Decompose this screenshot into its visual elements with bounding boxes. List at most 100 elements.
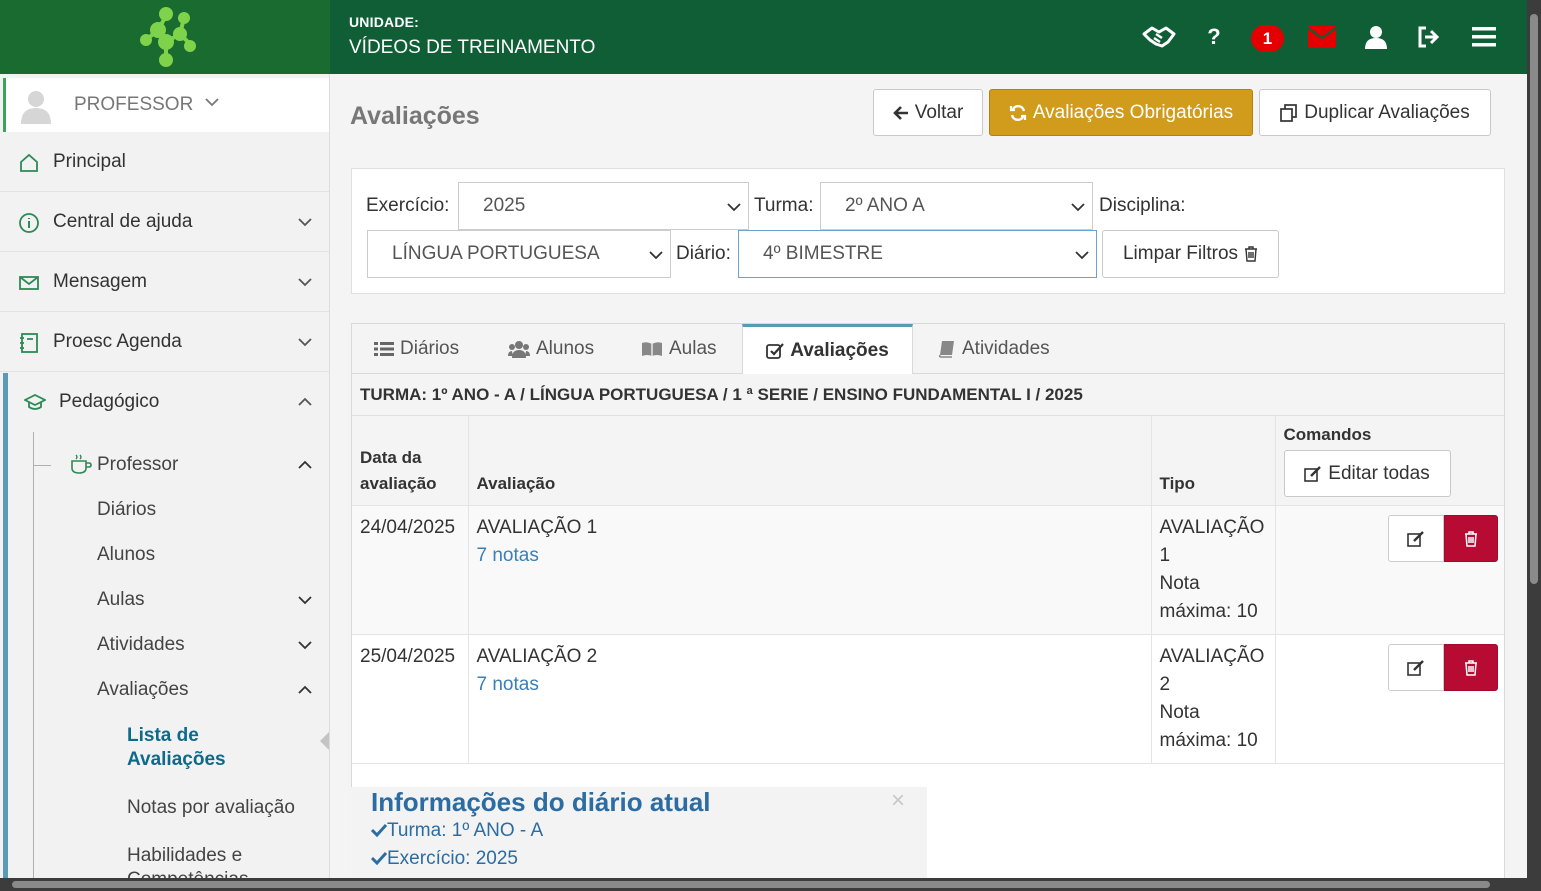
max-grade-line: máxima: 10 — [1159, 730, 1258, 751]
table-row: 24/04/2025 AVALIAÇÃO 1 7 notas AVALIAÇÃO… — [352, 505, 1504, 635]
turma-select[interactable]: 2º ANO A — [820, 182, 1093, 230]
sidebar-item-lista-de-avaliacoes[interactable]: Lista de Avaliações — [127, 724, 277, 772]
info-turma-line: Turma: 1º ANO - A — [370, 820, 543, 842]
col-header-comandos: Comandos Editar todas — [1275, 416, 1504, 506]
sidebar-item-habilidades[interactable]: Habilidades e Competências — [127, 844, 297, 878]
clear-filters-button[interactable]: Limpar Filtros — [1102, 230, 1279, 278]
table-header-row: Data da avaliação Avaliação Tipo Comando… — [352, 416, 1504, 506]
users-icon — [508, 341, 530, 358]
vertical-scrollbar[interactable] — [1527, 0, 1541, 878]
tab-label: Alunos — [536, 338, 595, 359]
chevron-down-icon — [298, 338, 312, 347]
delete-button[interactable] — [1444, 644, 1498, 691]
diario-select[interactable]: 4º BIMESTRE — [738, 230, 1097, 278]
disciplina-select[interactable]: LÍNGUA PORTUGUESA — [367, 230, 671, 278]
copy-icon — [1280, 103, 1298, 122]
chevron-down-icon — [1075, 251, 1089, 260]
diary-info-box: Informações do diário atual × Turma: 1º … — [351, 787, 927, 878]
chevron-down-icon — [298, 596, 312, 605]
sidebar-item-avaliacoes[interactable]: Avaliações — [97, 679, 189, 701]
edit-button[interactable] — [1388, 644, 1444, 691]
menu-icon[interactable] — [1467, 20, 1501, 54]
user-icon[interactable] — [1359, 20, 1393, 54]
mandatory-evaluations-button[interactable]: Avaliações Obrigatórias — [989, 89, 1253, 136]
handshake-icon[interactable] — [1142, 20, 1176, 54]
tipo-line: 1 — [1159, 545, 1171, 566]
sidebar-item-label: Proesc Agenda — [53, 330, 182, 352]
sidebar-item-central-de-ajuda[interactable]: Central de ajuda — [0, 192, 329, 252]
duplicate-evaluations-button[interactable]: Duplicar Avaliações — [1259, 89, 1491, 136]
sidebar-item-pedagogico[interactable]: Pedagógico — [0, 372, 329, 432]
exercicio-label: Exercício: — [366, 195, 450, 216]
sidebar-item-alunos[interactable]: Alunos — [97, 544, 155, 566]
col-header-avaliacao: Avaliação — [468, 416, 1152, 506]
tipo-line: 2 — [1159, 674, 1171, 695]
scrollbar-thumb[interactable] — [1530, 14, 1538, 584]
sidebar-item-aulas[interactable]: Aulas — [97, 589, 145, 611]
close-icon[interactable]: × — [891, 787, 905, 815]
sidebar-item-diarios[interactable]: Diários — [97, 499, 156, 521]
exercicio-value: 2025 — [483, 195, 526, 216]
notification-badge[interactable]: 1 — [1251, 25, 1284, 52]
edit-button[interactable] — [1388, 515, 1444, 562]
tab-alunos[interactable]: Alunos — [508, 324, 594, 374]
sidebar-item-proesc-agenda[interactable]: Proesc Agenda — [0, 312, 329, 372]
scrollbar-thumb[interactable] — [12, 881, 1490, 888]
tab-label: Atividades — [962, 338, 1050, 359]
duplicate-evaluations-label: Duplicar Avaliações — [1304, 101, 1470, 123]
tab-aulas[interactable]: Aulas — [641, 324, 717, 374]
turma-info-line: TURMA: 1º ANO - A / LÍNGUA PORTUGUESA / … — [352, 374, 1504, 416]
notes-link[interactable]: 7 notas — [477, 671, 1143, 699]
tree-line — [33, 432, 34, 878]
logout-icon[interactable] — [1412, 20, 1446, 54]
top-bar: UNIDADE: VÍDEOS DE TREINAMENTO ? 1 — [0, 0, 1527, 74]
sidebar-item-principal[interactable]: Principal — [0, 132, 329, 192]
check-icon — [370, 851, 388, 866]
info-icon — [19, 213, 39, 233]
logo-icon[interactable] — [136, 4, 198, 68]
edit-icon — [1304, 465, 1322, 482]
tab-avaliacoes[interactable]: Avaliações — [742, 324, 913, 375]
profile-name: PROFESSOR — [74, 94, 194, 115]
tipo-line: AVALIAÇÃO — [1159, 646, 1265, 667]
horizontal-scrollbar[interactable] — [0, 878, 1541, 891]
notes-link[interactable]: 7 notas — [477, 542, 1143, 570]
info-box-title: Informações do diário atual — [371, 787, 711, 817]
clear-filters-label: Limpar Filtros — [1122, 243, 1239, 264]
chevron-down-icon — [1071, 203, 1085, 212]
cell-avaliacao: AVALIAÇÃO 2 7 notas — [468, 634, 1152, 764]
list-icon — [374, 342, 394, 356]
chevron-down-icon — [727, 203, 741, 212]
back-button[interactable]: Voltar — [873, 89, 983, 136]
delete-button[interactable] — [1444, 515, 1498, 562]
sidebar-item-mensagem[interactable]: Mensagem — [0, 252, 329, 312]
chevron-up-icon — [298, 685, 312, 694]
edit-icon — [1407, 659, 1424, 676]
max-grade-line: Nota — [1159, 573, 1200, 594]
tab-diarios[interactable]: Diários — [374, 324, 459, 374]
envelope-icon — [19, 276, 39, 290]
max-grade-line: Nota — [1159, 702, 1200, 723]
edit-icon — [1407, 530, 1424, 547]
chevron-up-icon — [298, 460, 312, 469]
edit-all-button[interactable]: Editar todas — [1283, 450, 1451, 497]
envelope-icon[interactable] — [1305, 20, 1339, 54]
sidebar-item-atividades[interactable]: Atividades — [97, 634, 185, 656]
tab-label: Avaliações — [790, 340, 889, 361]
sidebar-item-notas-por-avaliacao[interactable]: Notas por avaliação — [127, 797, 295, 819]
tab-label: Diários — [400, 338, 460, 359]
back-button-label: Voltar — [914, 101, 964, 123]
exercicio-select[interactable]: 2025 — [458, 182, 749, 230]
tab-atividades[interactable]: Atividades — [938, 324, 1050, 374]
max-grade-line: máxima: 10 — [1159, 601, 1258, 622]
sidebar-item-professor[interactable]: Professor — [97, 454, 178, 476]
graduation-cap-icon — [24, 393, 46, 410]
cell-commands — [1275, 634, 1504, 764]
col-header-tipo: Tipo — [1151, 416, 1276, 506]
tab-bar: Diários Alunos Aulas Avaliações Atividad… — [352, 324, 1504, 375]
sidebar-item-label: Pedagógico — [59, 391, 160, 412]
profile-selector[interactable]: PROFESSOR — [3, 78, 329, 132]
page-title: Avaliações — [350, 102, 480, 130]
edit-all-label: Editar todas — [1328, 462, 1430, 484]
help-icon[interactable]: ? — [1197, 20, 1231, 54]
